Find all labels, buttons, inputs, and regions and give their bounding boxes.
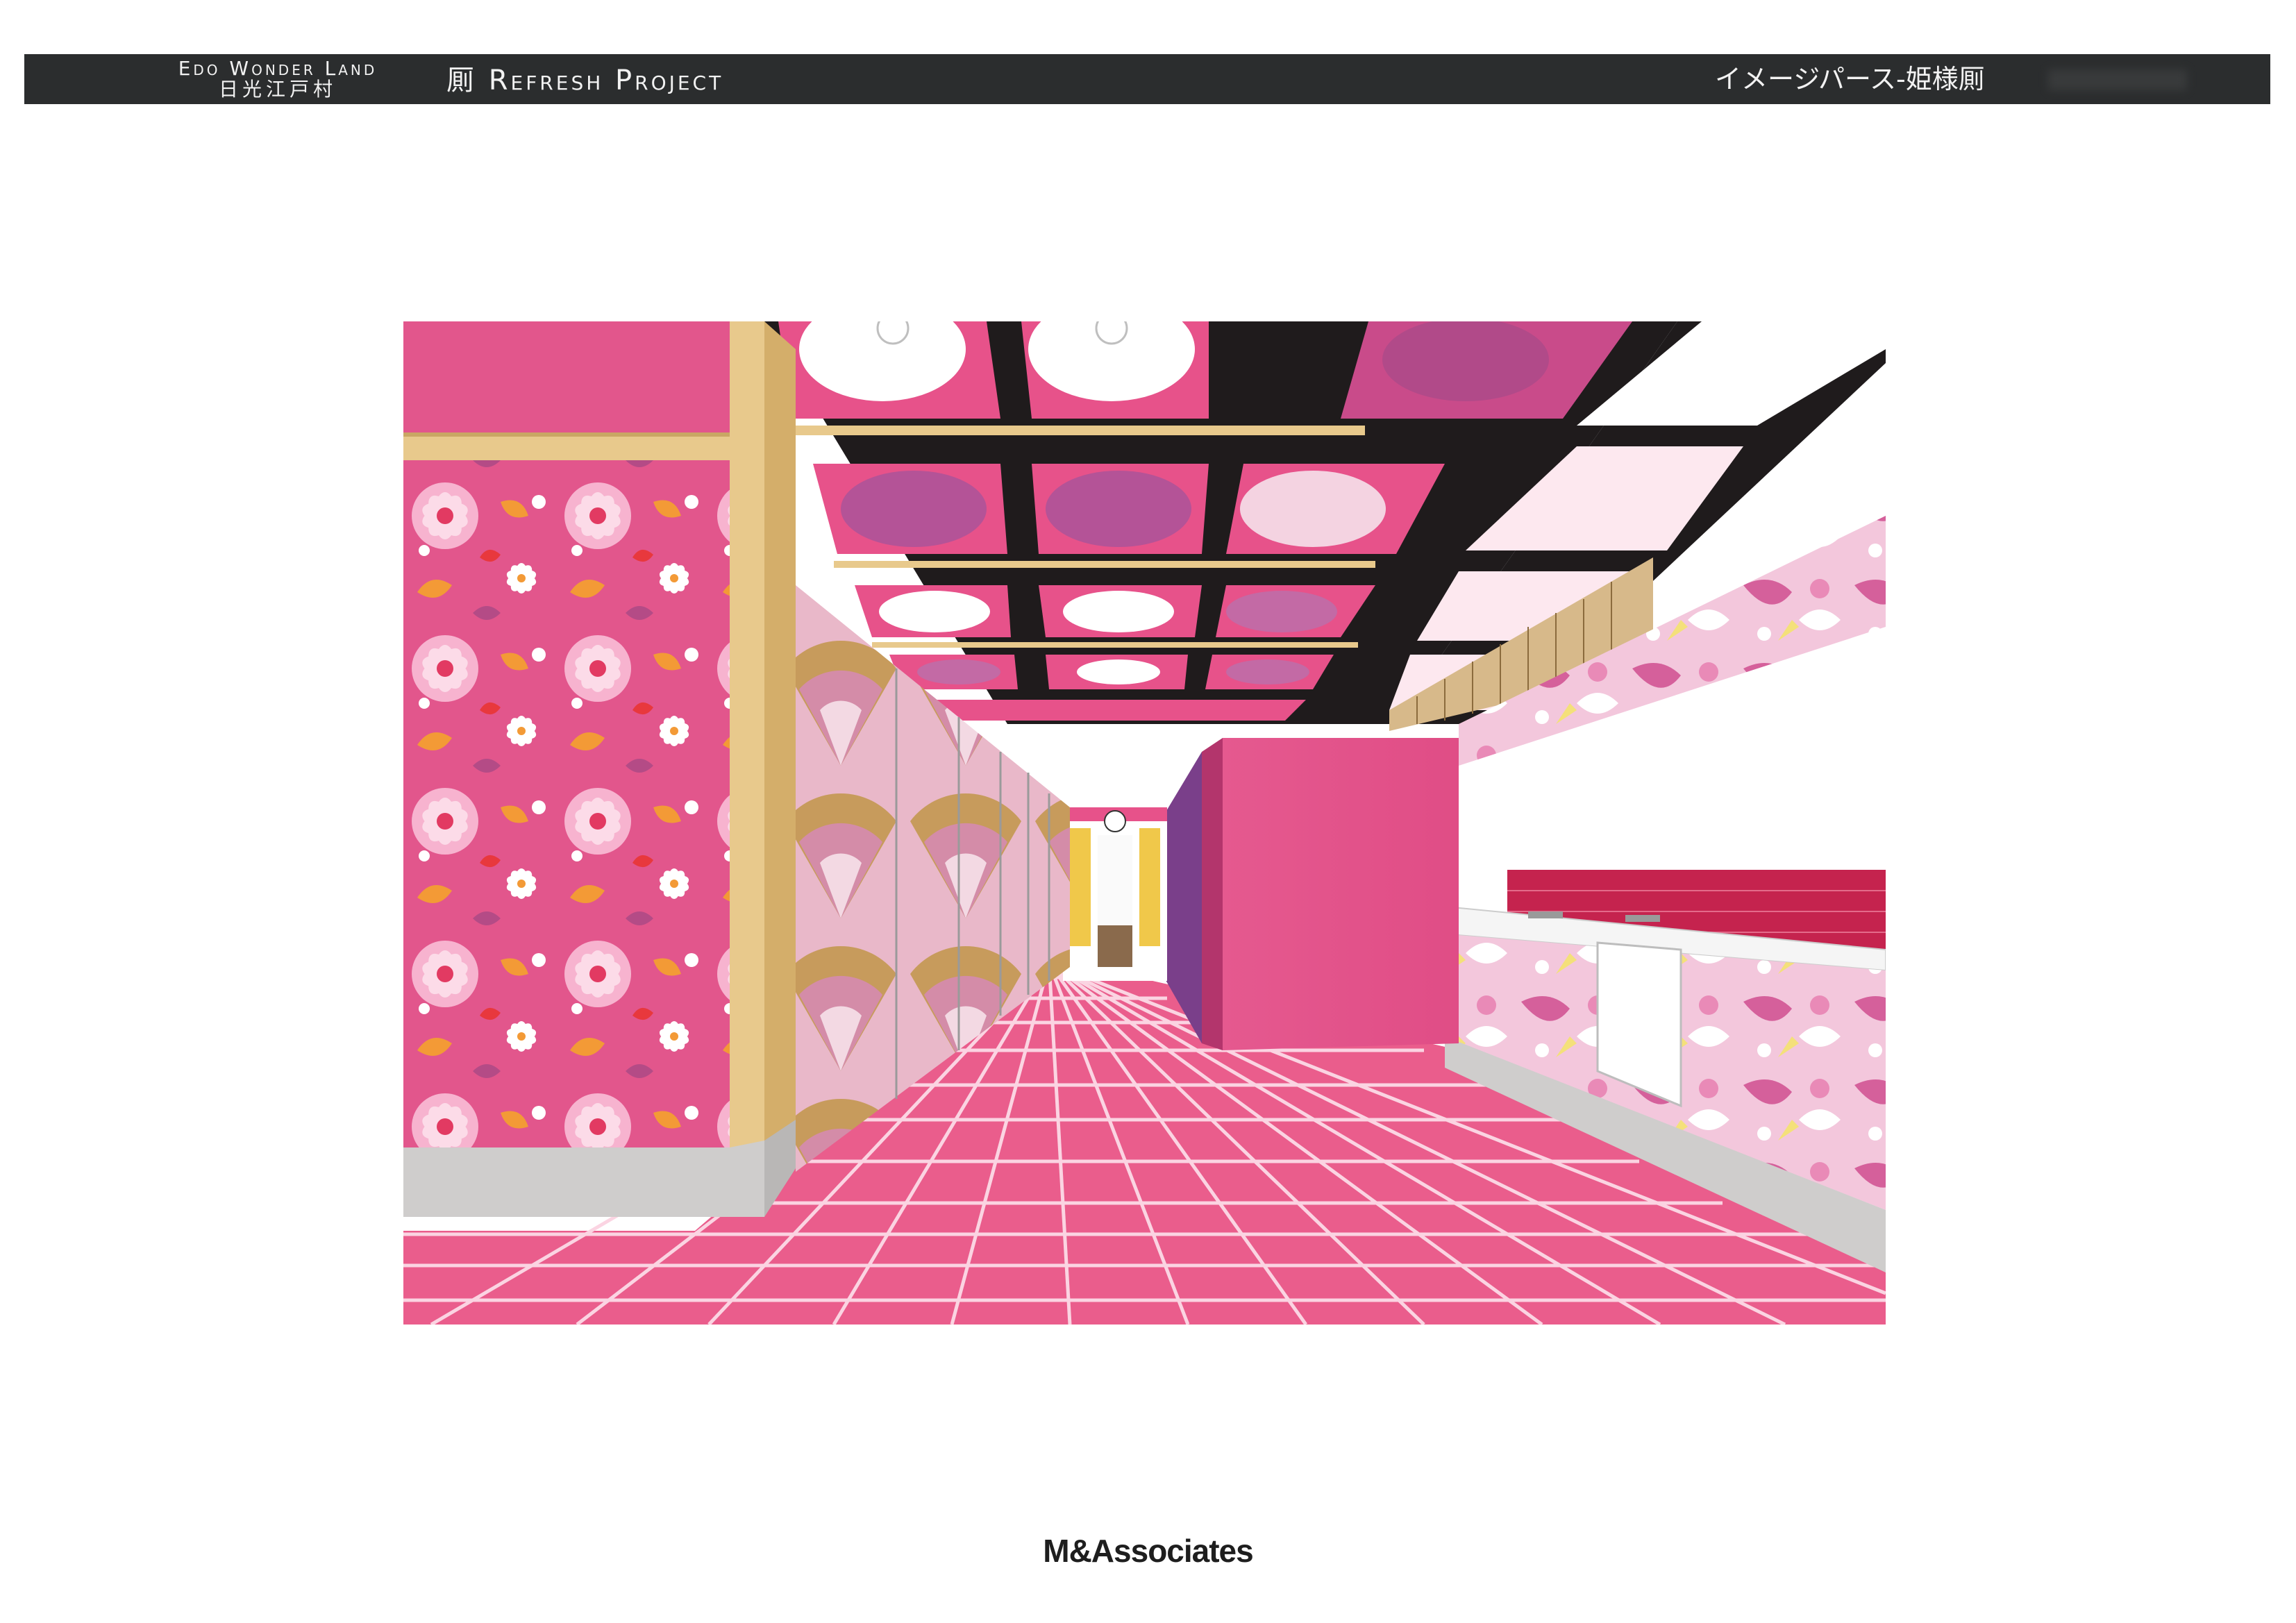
brand-name-english: Edo Wonder Land: [178, 57, 378, 80]
redacted-mark: [2048, 69, 2187, 90]
restroom-perspective-illustration: [403, 321, 1886, 1325]
company-logo: M&Associates: [1043, 1533, 1253, 1569]
interior-rendering: [403, 321, 1886, 1325]
brand-name-japanese: 日光江戸村: [218, 78, 337, 101]
sheet-title: イメージパース-姫様厠: [1715, 64, 1985, 94]
project-title: 厠 Refresh Project: [446, 65, 724, 96]
title-bar: Edo Wonder Land 日光江戸村 厠 Refresh Project …: [24, 54, 2270, 104]
